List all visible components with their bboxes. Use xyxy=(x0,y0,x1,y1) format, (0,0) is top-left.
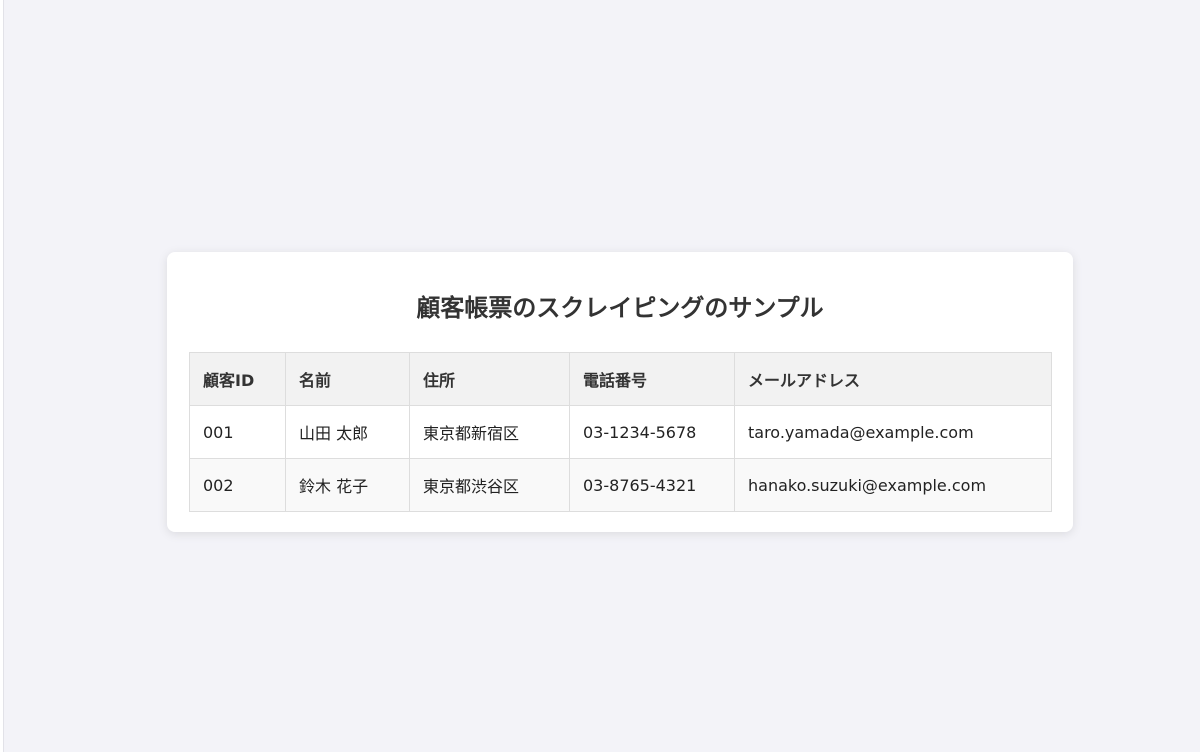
cell-email: taro.yamada@example.com xyxy=(734,405,1052,459)
customer-table-card: 顧客帳票のスクレイピングのサンプル 顧客ID 名前 住所 電話番号 メールアドレ… xyxy=(167,252,1073,532)
header-phone: 電話番号 xyxy=(569,352,735,406)
header-name: 名前 xyxy=(285,352,410,406)
cell-address: 東京都渋谷区 xyxy=(409,458,570,512)
window-left-edge xyxy=(0,0,4,752)
table-row: 002 鈴木 花子 東京都渋谷区 03-8765-4321 hanako.suz… xyxy=(189,458,1052,512)
cell-name: 鈴木 花子 xyxy=(285,458,410,512)
cell-email: hanako.suzuki@example.com xyxy=(734,458,1052,512)
cell-name: 山田 太郎 xyxy=(285,405,410,459)
customer-table: 顧客ID 名前 住所 電話番号 メールアドレス 001 山田 太郎 東京都新宿区… xyxy=(189,352,1052,512)
cell-address: 東京都新宿区 xyxy=(409,405,570,459)
table-row: 001 山田 太郎 東京都新宿区 03-1234-5678 taro.yamad… xyxy=(189,405,1052,459)
table-header-row: 顧客ID 名前 住所 電話番号 メールアドレス xyxy=(189,352,1052,406)
header-customer-id: 顧客ID xyxy=(189,352,286,406)
cell-phone: 03-1234-5678 xyxy=(569,405,735,459)
cell-customer-id: 002 xyxy=(189,458,286,512)
page-title: 顧客帳票のスクレイピングのサンプル xyxy=(416,294,824,322)
header-address: 住所 xyxy=(409,352,570,406)
header-email: メールアドレス xyxy=(734,352,1052,406)
cell-phone: 03-8765-4321 xyxy=(569,458,735,512)
cell-customer-id: 001 xyxy=(189,405,286,459)
